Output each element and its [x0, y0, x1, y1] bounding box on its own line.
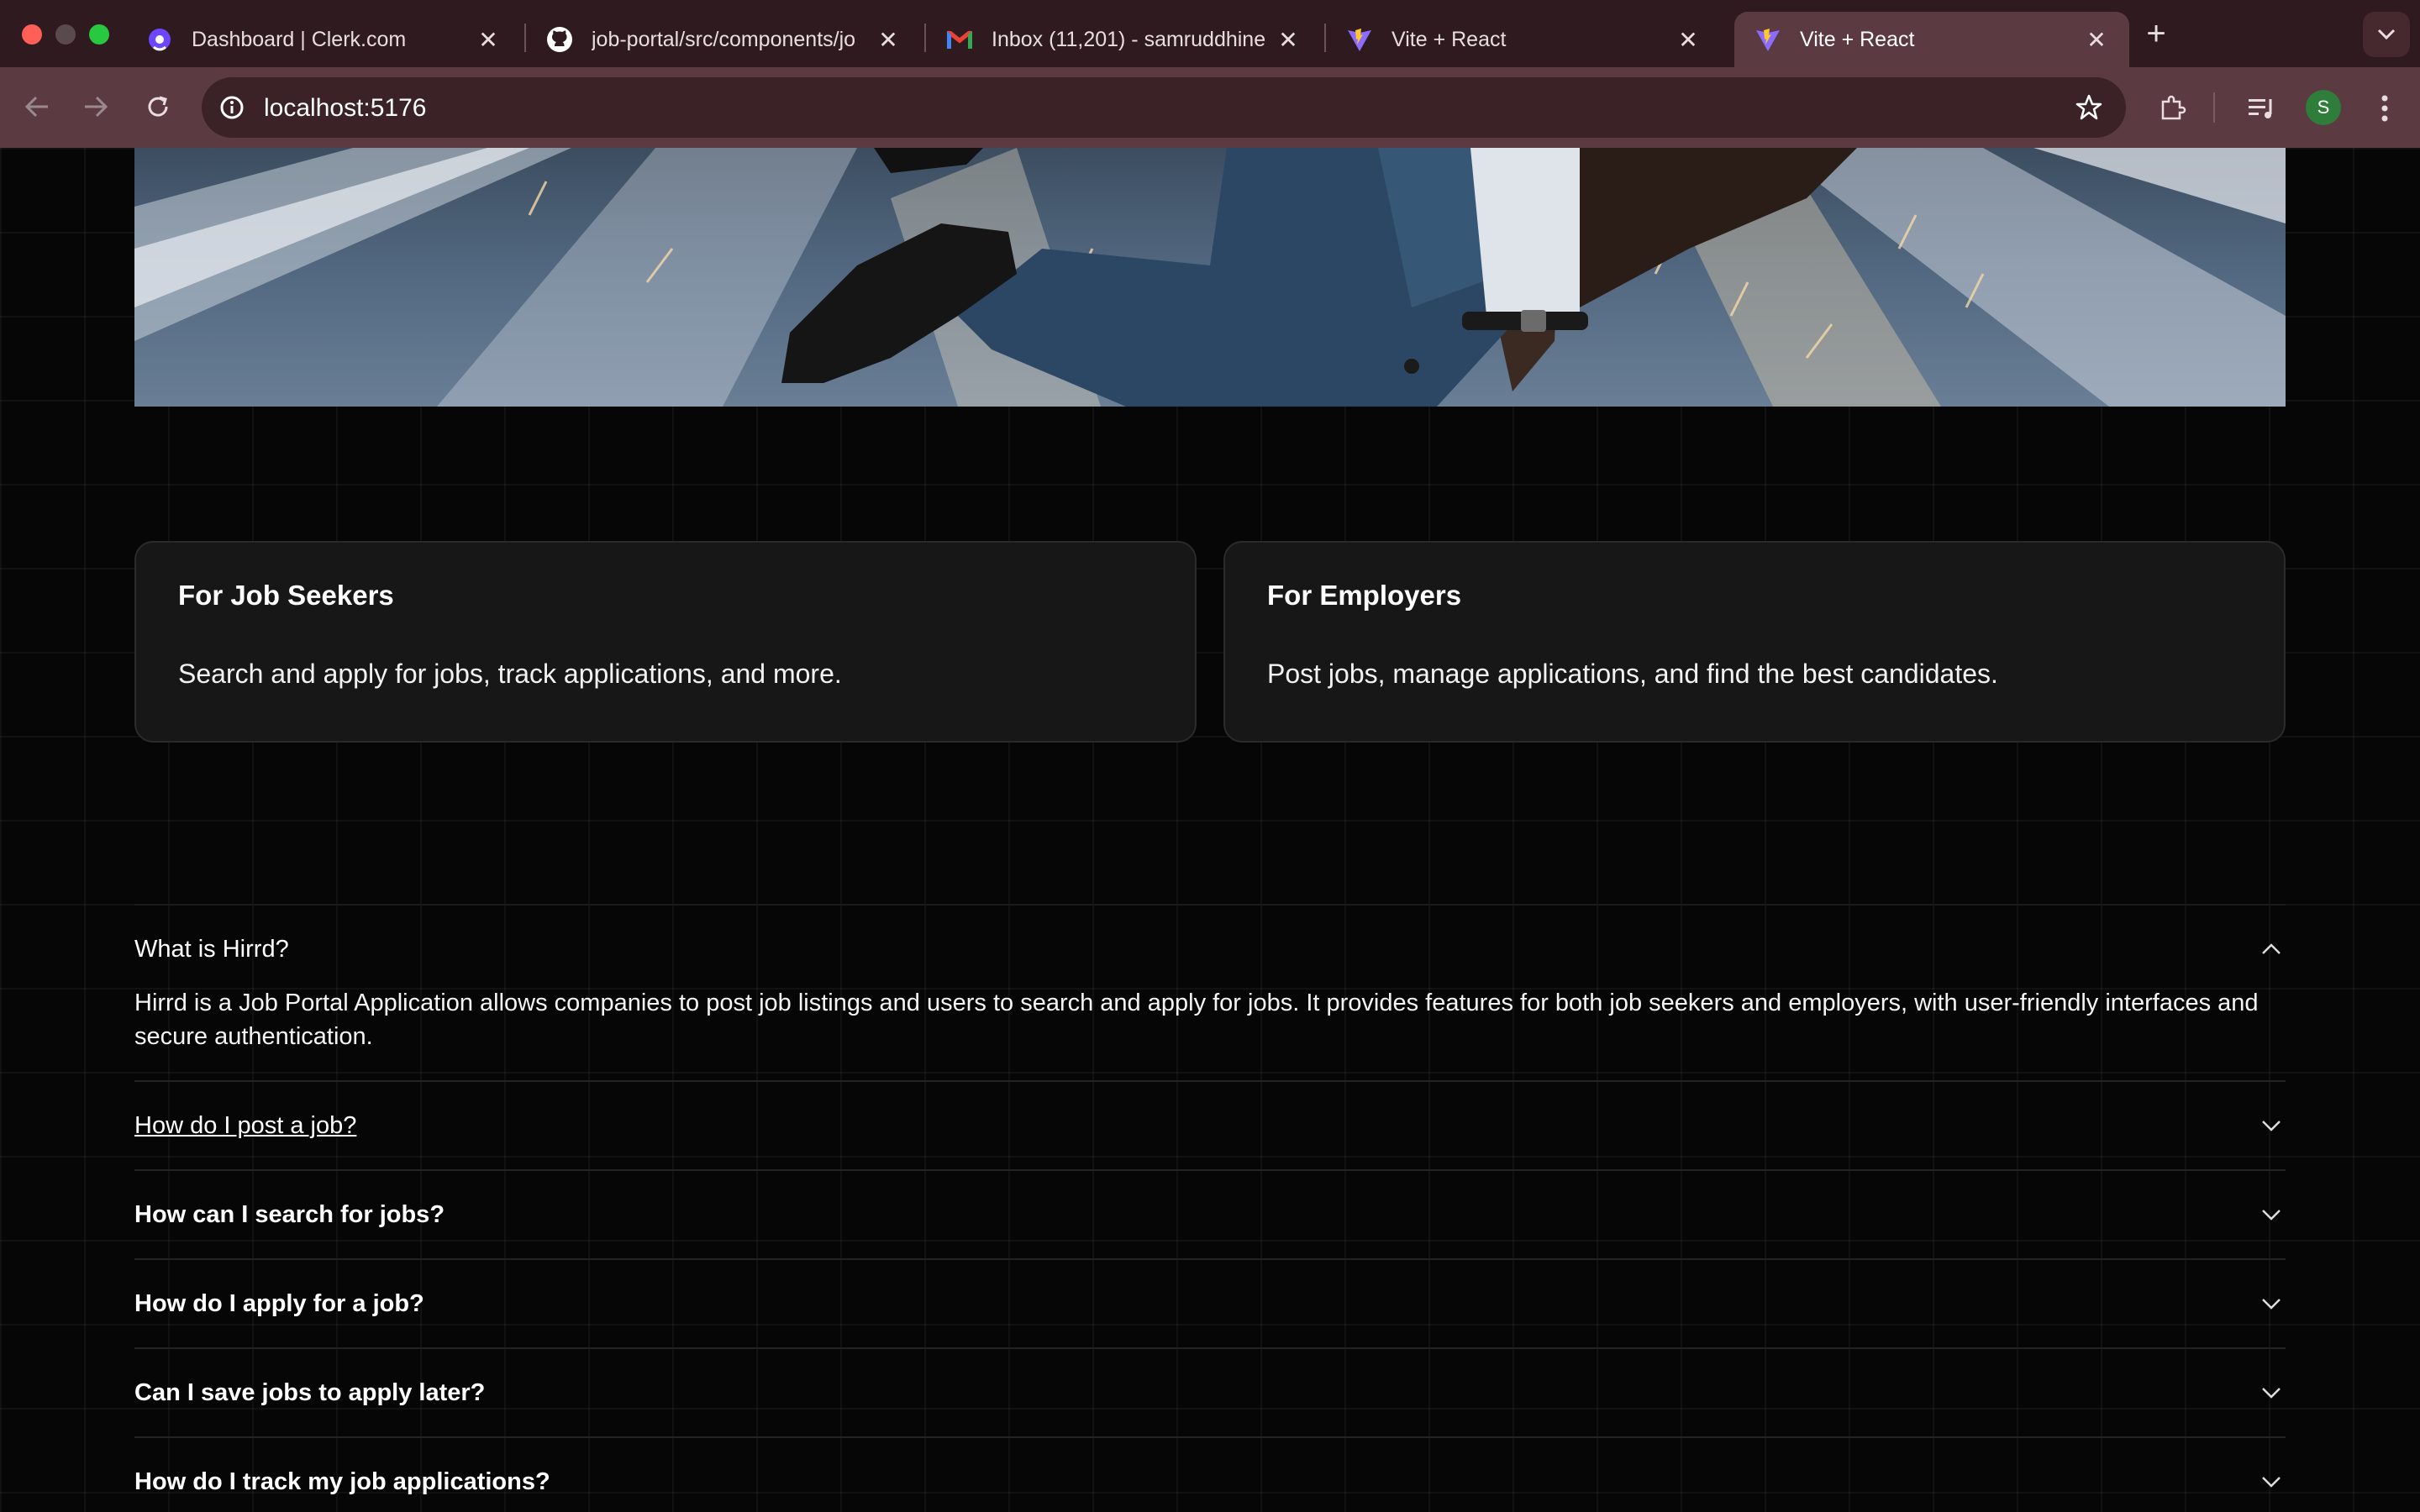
bookmark-star-icon[interactable]	[2072, 91, 2106, 124]
faq-item: How do I apply for a job?	[134, 1260, 2286, 1349]
toolbar-divider	[2213, 92, 2215, 123]
card-title: For Job Seekers	[178, 580, 394, 611]
arrow-right-icon	[85, 96, 108, 118]
faq-accordion: What is Hirrd? Hirrd is a Job Portal App…	[134, 904, 2286, 1512]
chevron-down-icon	[2259, 1469, 2284, 1494]
faq-question-text: How do I post a job?	[134, 1111, 357, 1139]
faq-item: How do I track my job applications?	[134, 1438, 2286, 1512]
chevron-up-icon	[2259, 937, 2284, 962]
vite-icon	[1346, 26, 1373, 53]
tab-close-icon[interactable]: ✕	[2084, 26, 2109, 54]
chevron-down-icon	[2259, 1113, 2284, 1138]
faq-question-text: How can I search for jobs?	[134, 1200, 445, 1228]
window-minimize-button[interactable]	[55, 24, 76, 45]
profile-avatar[interactable]: S	[2306, 90, 2341, 125]
faq-item: How do I post a job?	[134, 1082, 2286, 1171]
faq-question-text: How do I apply for a job?	[134, 1289, 424, 1317]
window-close-button[interactable]	[22, 24, 42, 45]
tab-title: Vite + React	[1800, 27, 1915, 51]
hero-banner-image	[134, 148, 2286, 407]
reload-icon	[148, 96, 168, 117]
job-seekers-card: For Job Seekers Search and apply for job…	[134, 541, 1197, 743]
tab-close-icon[interactable]: ✕	[876, 26, 901, 54]
tab-close-icon[interactable]: ✕	[1676, 26, 1701, 54]
site-info-icon[interactable]	[213, 89, 250, 126]
tab-title: Dashboard | Clerk.com	[192, 27, 407, 51]
faq-question-what-is-hirrd[interactable]: What is Hirrd?	[134, 906, 2286, 993]
card-description: Search and apply for jobs, track applica…	[178, 659, 842, 689]
browser-tab-bar: Dashboard | Clerk.com ✕ job-portal/src/c…	[0, 0, 2420, 67]
gmail-icon	[946, 26, 973, 53]
browser-tab-vite[interactable]: Vite + React ✕	[1326, 12, 1721, 67]
back-button[interactable]	[20, 90, 54, 123]
forward-button[interactable]	[79, 90, 113, 123]
card-description: Post jobs, manage applications, and find…	[1267, 659, 1998, 689]
new-tab-button[interactable]: +	[2139, 15, 2173, 53]
address-bar[interactable]: localhost:5176	[202, 77, 2126, 138]
tab-title: Vite + React	[1392, 27, 1507, 51]
chevron-down-icon	[2377, 29, 2396, 40]
vite-icon	[1754, 26, 1781, 53]
faq-question-text: What is Hirrd?	[134, 935, 289, 963]
browser-tab-clerk[interactable]: Dashboard | Clerk.com ✕	[126, 12, 521, 67]
browser-tab-vite-active[interactable]: Vite + React ✕	[1734, 12, 2129, 67]
browser-tab-gmail[interactable]: Inbox (11,201) - samruddhine ✕	[926, 12, 1321, 67]
tab-close-icon[interactable]: ✕	[476, 26, 501, 54]
faq-question-post-job[interactable]: How do I post a job?	[134, 1082, 2286, 1169]
tab-title: job-portal/src/components/jo	[592, 27, 856, 51]
window-maximize-button[interactable]	[89, 24, 109, 45]
github-icon	[546, 26, 573, 53]
faq-question-apply-job[interactable]: How do I apply for a job?	[134, 1260, 2286, 1347]
faq-answer: Hirrd is a Job Portal Application allows…	[134, 990, 2259, 1050]
employers-card: For Employers Post jobs, manage applicat…	[1223, 541, 2286, 743]
arrow-left-icon	[24, 96, 48, 118]
faq-item: Can I save jobs to apply later?	[134, 1349, 2286, 1438]
chevron-down-icon	[2259, 1380, 2284, 1405]
media-controls-icon[interactable]	[2244, 90, 2281, 127]
browser-tab-github[interactable]: job-portal/src/components/jo ✕	[526, 12, 921, 67]
chevron-down-icon	[2259, 1202, 2284, 1227]
tab-search-button[interactable]	[2363, 12, 2410, 57]
chevron-down-icon	[2259, 1291, 2284, 1316]
faq-question-text: Can I save jobs to apply later?	[134, 1378, 486, 1406]
tab-close-icon[interactable]: ✕	[1276, 26, 1301, 54]
faq-item: What is Hirrd? Hirrd is a Job Portal App…	[134, 904, 2286, 1082]
faq-question-track-applications[interactable]: How do I track my job applications?	[134, 1438, 2286, 1512]
faq-item: How can I search for jobs?	[134, 1171, 2286, 1260]
tab-title: Inbox (11,201) - samruddhine	[992, 27, 1266, 51]
faq-question-save-jobs[interactable]: Can I save jobs to apply later?	[134, 1349, 2286, 1436]
reload-button[interactable]	[141, 90, 175, 123]
extensions-icon[interactable]	[2154, 90, 2191, 127]
page-content: For Job Seekers Search and apply for job…	[0, 148, 2420, 1512]
faq-question-search-jobs[interactable]: How can I search for jobs?	[134, 1171, 2286, 1258]
more-menu-icon[interactable]	[2366, 90, 2403, 127]
faq-question-text: How do I track my job applications?	[134, 1467, 550, 1495]
url-text[interactable]: localhost:5176	[264, 94, 426, 123]
clerk-icon	[146, 26, 173, 53]
card-title: For Employers	[1267, 580, 1462, 611]
